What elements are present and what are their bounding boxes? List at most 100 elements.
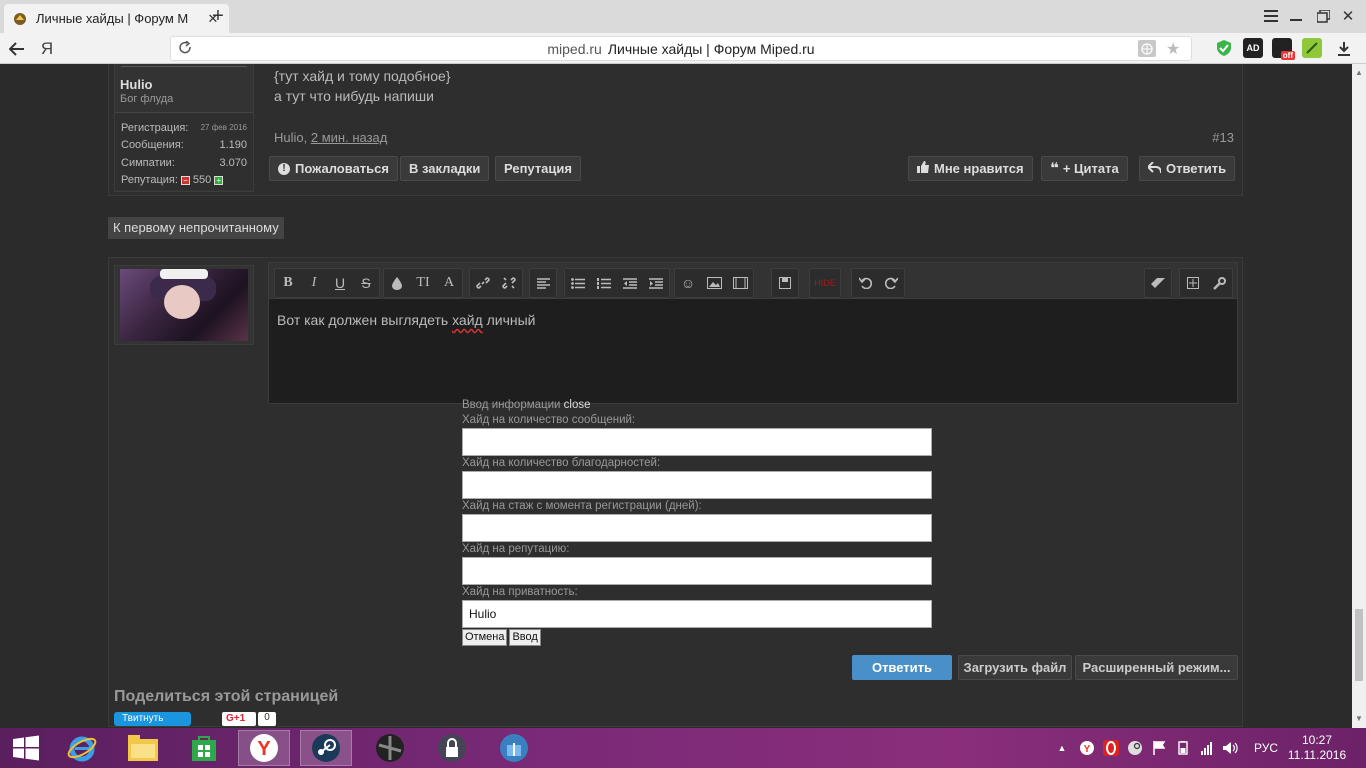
post-time[interactable]: 2 мин. назад bbox=[311, 130, 387, 145]
reputation-button[interactable]: Репутация bbox=[495, 156, 581, 181]
scroll-up-icon[interactable]: ▲ bbox=[1355, 68, 1363, 77]
steam-icon[interactable] bbox=[300, 730, 352, 766]
color-drop-icon[interactable] bbox=[384, 269, 410, 297]
bookmark-button[interactable]: В закладки bbox=[400, 156, 490, 181]
expand-icon[interactable] bbox=[1180, 269, 1206, 297]
like-label: Мне нравится bbox=[934, 161, 1024, 176]
globe-icon[interactable] bbox=[1138, 40, 1156, 57]
bookmark-star-icon[interactable]: ★ bbox=[1166, 39, 1180, 59]
upload-file-button[interactable]: Загрузить файл bbox=[958, 655, 1072, 680]
submit-reply-button[interactable]: Ответить bbox=[852, 655, 952, 680]
hide-messages-input[interactable] bbox=[462, 428, 932, 456]
system-clock[interactable]: 10:27 11.11.2016 bbox=[1287, 733, 1347, 763]
menu-icon[interactable] bbox=[1261, 6, 1281, 26]
undo-icon[interactable] bbox=[852, 269, 878, 297]
hide-reputation-input[interactable] bbox=[462, 557, 932, 585]
shield-extension-icon[interactable] bbox=[1214, 38, 1234, 58]
hide-private-input[interactable] bbox=[462, 600, 932, 628]
first-unread-link[interactable]: К первому непрочитанному bbox=[108, 217, 284, 239]
font-family-icon[interactable]: A bbox=[436, 269, 462, 297]
tools-extension-icon[interactable] bbox=[1302, 38, 1322, 58]
report-button[interactable]: ! Пожаловаться bbox=[269, 156, 398, 181]
gplus-button[interactable]: G+1 bbox=[222, 712, 256, 726]
steam-tray-icon[interactable] bbox=[1126, 740, 1144, 756]
italic-icon[interactable]: I bbox=[301, 269, 327, 297]
font-size-icon[interactable]: TI bbox=[410, 269, 436, 297]
store-icon[interactable] bbox=[178, 730, 230, 766]
align-icon[interactable] bbox=[530, 269, 556, 297]
save-draft-icon[interactable] bbox=[772, 269, 798, 297]
file-explorer-icon[interactable] bbox=[117, 730, 169, 766]
browser-tab[interactable]: Личные хайды | Форум M ✕ bbox=[4, 4, 229, 33]
vpn-off-badge: off bbox=[1280, 51, 1295, 60]
yandex-tray-icon[interactable]: Y bbox=[1078, 740, 1096, 756]
wrench-icon[interactable] bbox=[1206, 269, 1232, 297]
lock-app-icon[interactable] bbox=[426, 730, 478, 766]
start-icon[interactable] bbox=[0, 730, 52, 766]
internet-explorer-icon[interactable] bbox=[56, 730, 108, 766]
advanced-mode-button[interactable]: Расширенный режим... bbox=[1075, 655, 1238, 680]
hide-dialog-title: Ввод информации close bbox=[462, 398, 942, 413]
strikethrough-icon[interactable]: S bbox=[353, 269, 379, 297]
image-icon[interactable] bbox=[701, 269, 727, 297]
post-author[interactable]: Hulio bbox=[274, 130, 304, 145]
remove-format-icon[interactable] bbox=[1145, 269, 1171, 297]
browser-chrome: Личные хайды | Форум M ✕ + ✕ Я miped.ru Л… bbox=[0, 0, 1366, 64]
outdent-icon[interactable] bbox=[617, 269, 643, 297]
back-icon[interactable] bbox=[6, 38, 28, 60]
close-window-icon[interactable]: ✕ bbox=[1338, 6, 1358, 26]
reply-post-button[interactable]: Ответить bbox=[1139, 156, 1236, 181]
bullet-list-icon[interactable] bbox=[565, 269, 591, 297]
post-number[interactable]: #13 bbox=[1212, 130, 1234, 145]
scroll-down-icon[interactable]: ▼ bbox=[1355, 714, 1363, 723]
hide-days-input[interactable] bbox=[462, 514, 932, 542]
svg-text:Y: Y bbox=[1084, 744, 1091, 755]
redo-icon[interactable] bbox=[878, 269, 904, 297]
game-app-icon[interactable] bbox=[364, 730, 416, 766]
address-bar[interactable]: miped.ru Личные хайды | Форум Miped.ru ★ bbox=[170, 36, 1192, 61]
hide-tag-icon[interactable]: HIDE bbox=[810, 269, 840, 297]
vpn-extension-icon[interactable]: off bbox=[1272, 38, 1295, 60]
smiley-icon[interactable]: ☺ bbox=[675, 269, 701, 297]
adguard-extension-icon[interactable]: AD bbox=[1243, 38, 1263, 58]
eraser-group bbox=[1144, 268, 1172, 298]
restore-icon[interactable] bbox=[1313, 6, 1333, 26]
like-button[interactable]: Мне нравится bbox=[908, 156, 1033, 181]
yandex-home-icon[interactable]: Я bbox=[36, 38, 58, 60]
rep-plus-icon[interactable]: + bbox=[214, 175, 224, 185]
url-domain: miped.ru bbox=[547, 41, 602, 57]
media-icon[interactable] bbox=[727, 269, 753, 297]
scrollbar-thumb[interactable] bbox=[1355, 609, 1363, 681]
network-tray-icon[interactable] bbox=[1198, 740, 1216, 756]
tweet-button[interactable]: Твитнуть bbox=[114, 712, 191, 726]
rep-minus-icon[interactable]: − bbox=[180, 175, 190, 185]
opera-tray-icon[interactable] bbox=[1102, 740, 1120, 756]
unlink-icon[interactable] bbox=[496, 269, 522, 297]
flag-tray-icon[interactable] bbox=[1150, 740, 1168, 756]
hide-dialog-buttons: Отмена Ввод bbox=[462, 629, 942, 646]
numbered-list-icon[interactable] bbox=[591, 269, 617, 297]
reply-avatar-frame bbox=[114, 265, 254, 345]
downloads-icon[interactable] bbox=[1334, 38, 1354, 58]
link-icon[interactable] bbox=[470, 269, 496, 297]
message-textarea[interactable]: Вот как должен выглядеть хайд личный bbox=[277, 312, 536, 328]
post-username[interactable]: Hulio bbox=[120, 77, 153, 92]
battery-tray-icon[interactable] bbox=[1174, 740, 1192, 756]
minimize-icon[interactable] bbox=[1286, 6, 1306, 26]
hide-submit-button[interactable]: Ввод bbox=[509, 629, 541, 646]
new-tab-icon[interactable]: + bbox=[208, 4, 228, 28]
tray-expand-icon[interactable]: ▲ bbox=[1056, 740, 1068, 756]
hide-cancel-button[interactable]: Отмена bbox=[462, 629, 508, 646]
gift-app-icon[interactable] bbox=[488, 730, 540, 766]
bold-icon[interactable]: B bbox=[275, 269, 301, 297]
underline-icon[interactable]: U bbox=[327, 269, 353, 297]
hide-dialog-close[interactable]: close bbox=[564, 399, 591, 411]
quote-button[interactable]: ❝ + Цитата bbox=[1041, 156, 1128, 181]
page-scrollbar[interactable]: ▲ ▼ bbox=[1352, 64, 1366, 728]
avatar[interactable] bbox=[120, 269, 248, 341]
indent-icon[interactable] bbox=[643, 269, 669, 297]
language-indicator[interactable]: РУС bbox=[1248, 740, 1284, 756]
volume-tray-icon[interactable] bbox=[1222, 740, 1240, 756]
yandex-browser-icon[interactable]: Y bbox=[238, 730, 290, 766]
hide-thanks-input[interactable] bbox=[462, 471, 932, 499]
